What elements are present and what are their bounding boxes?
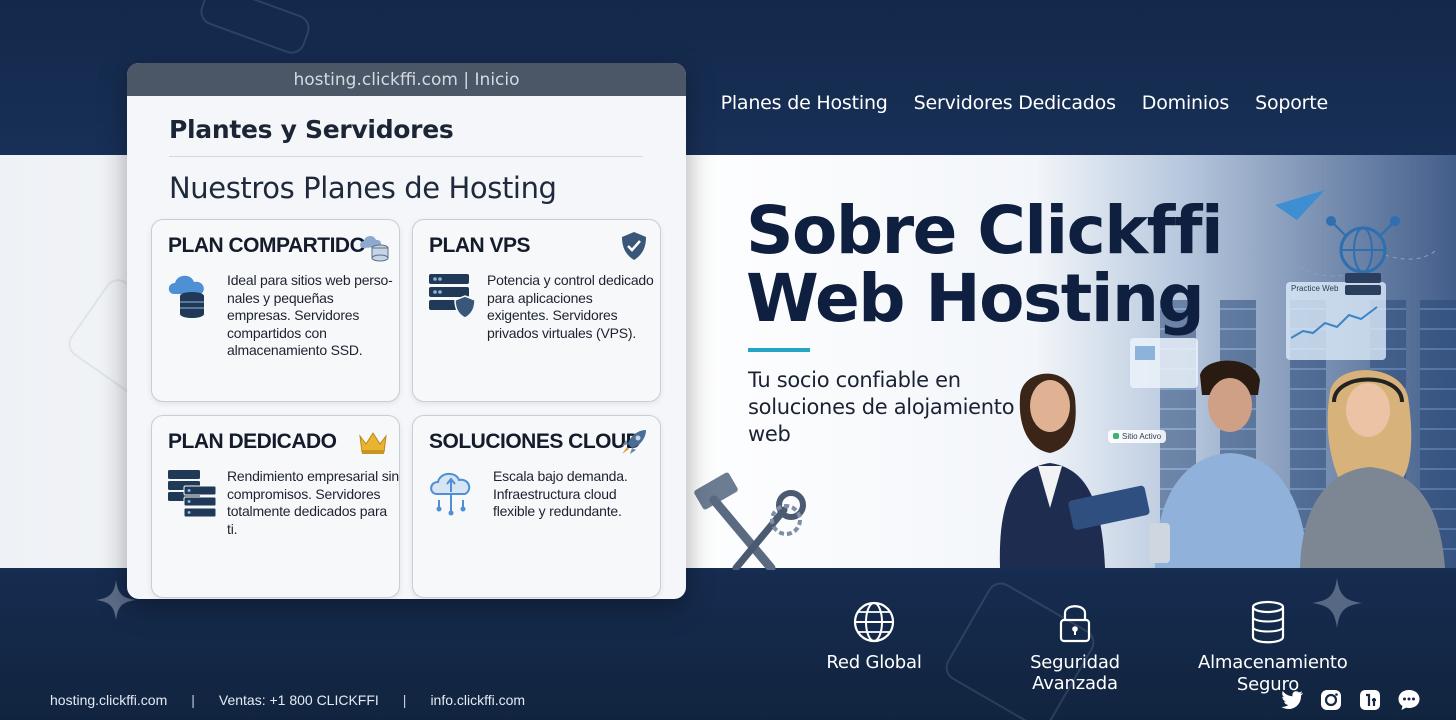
hero-subtitle: Tu socio confiable en soluciones de aloj… (748, 368, 1015, 446)
divider (169, 156, 643, 157)
feature-seguridad: Seguridad Avanzada (990, 600, 1160, 694)
footer-separator: | (191, 692, 195, 708)
cloud-database-icon (360, 235, 389, 262)
footer-email-link[interactable]: info.clickffi.com (430, 692, 525, 708)
plans-section-title: Nuestros Planes de Hosting (169, 171, 557, 205)
plan-title: PLAN COMPARTIDO (168, 234, 366, 257)
person-woman-headset (1300, 370, 1445, 568)
nav-dominios[interactable]: Dominios (1142, 92, 1229, 114)
footer-site-link[interactable]: hosting.clickffi.com (50, 692, 167, 708)
site-active-badge: Sitio Activo (1108, 430, 1167, 443)
tools-icon (694, 472, 806, 570)
server-shield-icon (429, 274, 476, 319)
plan-description: Ideal para sitios web perso-nales y pequ… (227, 272, 393, 358)
green-dot-icon (1113, 433, 1119, 439)
plan-card-compartido[interactable]: PLAN COMPARTIDO Ideal para sitios web pe… (151, 219, 400, 402)
rocket-icon (622, 430, 646, 454)
plan-card-cloud[interactable]: SOLUCIONES CLOUD Escala bajo demanda. In… (412, 415, 661, 598)
shield-check-icon (622, 232, 646, 260)
address-text: hosting.clickffi.com | Inicio (293, 69, 520, 90)
nav-planes-hosting[interactable]: Planes de Hosting (721, 92, 888, 114)
social-links (1280, 688, 1421, 712)
app-icon[interactable] (1358, 688, 1382, 712)
plan-title: SOLUCIONES CLOUD (429, 430, 641, 453)
plan-card-dedicado[interactable]: PLAN DEDICADO Rendimiento empresarial si… (151, 415, 400, 598)
plan-description: Rendimiento empresarial sin compromisos.… (227, 468, 400, 537)
plan-card-vps[interactable]: PLAN VPS Potencia y control dedicado par… (412, 219, 661, 402)
server-stack-icon (168, 470, 217, 518)
instagram-icon[interactable] (1319, 688, 1343, 712)
hero-title: Sobre Clickffi Web Hosting (746, 192, 1224, 337)
hosting-plans-window: hosting.clickffi.com | Inicio Plantes y … (127, 63, 686, 599)
feature-red-global: Red Global (826, 600, 922, 673)
footer-contact: hosting.clickffi.com | Ventas: +1 800 CL… (50, 692, 525, 708)
accent-bar (748, 348, 810, 352)
footer-sales-phone[interactable]: Ventas: +1 800 CLICKFFI (219, 692, 379, 708)
main-nav: Planes de Hosting Servidores Dedicados D… (721, 92, 1329, 114)
chart-line-icon (1291, 306, 1378, 339)
padlock-icon (1059, 605, 1091, 643)
crown-icon (359, 432, 387, 454)
team-photo (990, 300, 1456, 568)
card-heading: Plantes y Servidores (169, 115, 454, 144)
feature-label: Seguridad Avanzada (1030, 652, 1120, 694)
feature-almacenamiento: Almacenamiento Seguro (1198, 600, 1348, 696)
feature-label: Red Global (826, 652, 922, 673)
chat-icon[interactable] (1397, 688, 1421, 712)
globe-icon (853, 601, 895, 643)
plan-description: Escala bajo demanda. Infraestructura clo… (493, 468, 628, 519)
plan-title: PLAN VPS (429, 234, 531, 257)
address-bar[interactable]: hosting.clickffi.com | Inicio (127, 63, 686, 96)
cloud-network-icon (430, 472, 471, 516)
nav-soporte[interactable]: Soporte (1255, 92, 1328, 114)
mini-page-panel (1130, 338, 1198, 388)
site-active-label: Sitio Activo (1122, 432, 1162, 441)
cloud-server-icon (168, 275, 204, 318)
plan-title: PLAN DEDICADO (168, 430, 337, 453)
plan-description: Potencia y control dedicado para aplicac… (487, 272, 654, 341)
nav-servidores-dedicados[interactable]: Servidores Dedicados (914, 92, 1116, 114)
image-thumbnail-icon (1135, 346, 1155, 360)
network-globe-graphic (1275, 190, 1435, 295)
database-icon (1251, 600, 1285, 644)
twitter-icon[interactable] (1280, 688, 1304, 712)
footer-separator: | (402, 692, 407, 708)
